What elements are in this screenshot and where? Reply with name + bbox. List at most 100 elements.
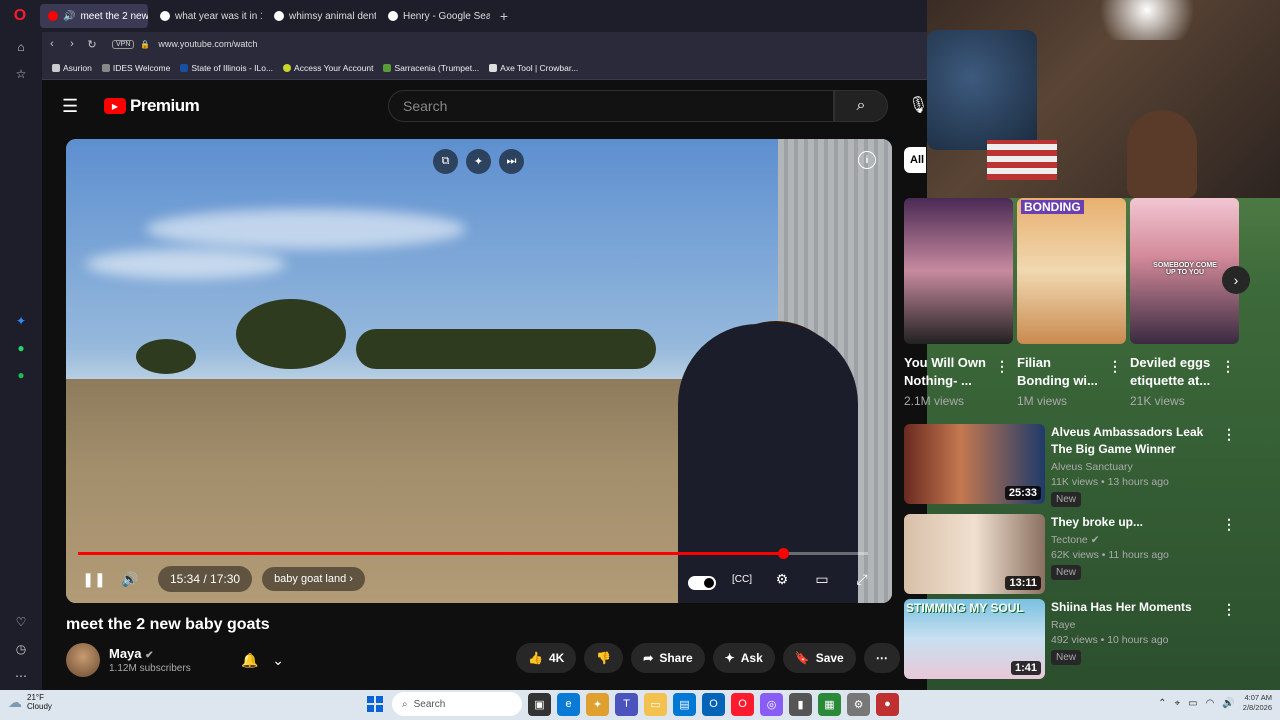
settings-icon[interactable]: ⚙ — [847, 692, 870, 716]
related-video-item[interactable]: 25:33 Alveus Ambassadors Leak The Big Ga… — [904, 424, 1244, 508]
whatsapp-icon[interactable]: ● — [9, 336, 33, 360]
short-more-icon[interactable]: ⋮ — [1108, 358, 1122, 375]
messenger-icon[interactable]: ✦ — [9, 309, 33, 333]
video-title: Shiina Has Her Moments — [1051, 600, 1192, 614]
related-video-item[interactable]: STIMMING MY SOUL 1:41 Shiina Has Her Mom… — [904, 599, 1244, 683]
like-button[interactable]: 👍 4K — [516, 643, 577, 673]
share-icon: ➦ — [643, 651, 654, 665]
network-icon[interactable]: ▭ — [1188, 698, 1197, 709]
microphone-icon[interactable]: 🎙 — [908, 95, 927, 115]
dislike-button[interactable]: 👎 — [584, 643, 624, 673]
autoplay-toggle[interactable] — [684, 564, 720, 594]
shorts-next-arrow-icon[interactable]: › — [1222, 266, 1250, 294]
opera-icon[interactable]: O — [731, 692, 754, 716]
fullscreen-icon[interactable]: ⤢ — [844, 564, 880, 594]
tab-google-2[interactable]: whimsy animal dental trea — [266, 4, 376, 28]
more-actions-button[interactable]: ⋯ — [863, 643, 900, 673]
video-more-icon[interactable]: ⋮ — [1222, 601, 1236, 618]
star-icon[interactable]: ☆ — [9, 62, 33, 86]
forward-icon[interactable]: › — [62, 38, 82, 50]
captions-icon[interactable]: [CC] — [724, 564, 760, 594]
ai-sparkle-icon[interactable]: ✦ — [466, 149, 491, 174]
history-icon[interactable]: ◷ — [9, 637, 33, 661]
video-channel: Alveus Sanctuary — [1051, 461, 1133, 473]
discord-icon[interactable]: ◎ — [760, 692, 783, 716]
outlook-icon[interactable]: O — [702, 692, 725, 716]
video-more-icon[interactable]: ⋮ — [1222, 516, 1236, 533]
bookmark-item[interactable]: Access Your Account — [283, 63, 373, 73]
vpn-badge[interactable]: VPN — [112, 39, 135, 49]
short-title: You Will Own Nothing- ... — [904, 355, 986, 388]
search-input[interactable]: Search — [388, 90, 834, 122]
volume-icon[interactable]: 🔊 — [1222, 698, 1234, 709]
chevron-up-icon[interactable]: ⌃ — [1158, 698, 1166, 709]
home-icon[interactable]: ⌂ — [9, 35, 33, 59]
theater-mode-icon[interactable]: ▭ — [804, 564, 840, 594]
youtube-logo[interactable]: ▶ Premium — [104, 96, 200, 116]
wifi-icon[interactable]: ◠ — [1206, 698, 1215, 709]
file-explorer-icon[interactable]: ▭ — [644, 692, 667, 716]
task-view-icon[interactable]: ▣ — [528, 692, 551, 716]
bookmark-item[interactable]: State of Illinois - ILo... — [180, 63, 273, 73]
short-more-icon[interactable]: ⋮ — [995, 358, 1009, 375]
back-icon[interactable]: ‹ — [42, 38, 62, 50]
reload-icon[interactable]: ↻ — [82, 38, 102, 51]
windows-start-icon[interactable] — [364, 693, 386, 715]
bookmark-icon — [180, 63, 189, 72]
video-meta: 492 views • 10 hours ago — [1051, 634, 1169, 646]
info-icon[interactable]: i — [858, 151, 876, 169]
lock-icon: 🔒 — [140, 39, 151, 49]
more-icon[interactable]: ⋯ — [9, 664, 33, 688]
ask-button[interactable]: ✦ Ask — [712, 643, 775, 673]
tab-bar: O 🔊 meet the 2 new baby what year was it… — [0, 0, 927, 32]
share-button[interactable]: ➦ Share — [631, 643, 705, 673]
app-icon[interactable]: ● — [876, 692, 899, 716]
short-overlay-text: BONDING — [1021, 200, 1084, 214]
short-item[interactable]: BONDING Filian Bonding wi... 1M views ⋮ — [1017, 198, 1126, 408]
related-video-item[interactable]: 13:11 They broke up... Tectone ✔ 62K vie… — [904, 514, 1244, 598]
chip-all[interactable]: All — [904, 147, 926, 173]
video-info: They broke up... Tectone ✔ 62K views • 1… — [1051, 514, 1221, 580]
edge-icon[interactable]: e — [557, 692, 580, 716]
opera-logo-icon[interactable]: O — [0, 0, 40, 32]
progress-bar[interactable] — [78, 548, 868, 559]
bookmark-item[interactable]: Asurion — [52, 63, 92, 73]
short-views: 2.1M views — [904, 394, 965, 408]
short-item[interactable]: SOMEBODY COME UP TO YOU Deviled eggs eti… — [1130, 198, 1239, 408]
channel-name[interactable]: Maya ✔ — [109, 646, 191, 661]
teams-icon[interactable]: T — [615, 692, 638, 716]
taskbar-search[interactable]: ⌕ Search — [392, 692, 522, 716]
menu-icon[interactable]: ☰ — [62, 96, 92, 117]
short-more-icon[interactable]: ⋮ — [1221, 358, 1235, 375]
terminal-icon[interactable]: ▦ — [818, 692, 841, 716]
chapter-button[interactable]: baby goat land › — [262, 567, 365, 591]
volume-icon[interactable]: 🔊 — [112, 564, 148, 594]
settings-gear-icon[interactable]: ⚙ — [764, 564, 800, 594]
miniplayer-icon[interactable]: ⧉ — [433, 149, 458, 174]
tab-youtube[interactable]: 🔊 meet the 2 new baby — [40, 4, 148, 28]
app-icon[interactable]: ▮ — [789, 692, 812, 716]
bookmark-item[interactable]: Sarracenia (Trumpet... — [383, 63, 479, 73]
heart-icon[interactable]: ♡ — [9, 610, 33, 634]
weather-widget[interactable]: ☁ 21°F Cloudy — [8, 693, 52, 711]
search-icon[interactable]: ⌕ — [834, 90, 888, 122]
notification-bell-button[interactable]: 🔔 ⌄ — [235, 645, 291, 675]
save-button[interactable]: 🔖 Save — [782, 643, 856, 673]
copilot-icon[interactable]: ✦ — [586, 692, 609, 716]
skip-icon[interactable]: ⏭ — [499, 149, 524, 174]
location-icon[interactable]: ⌖ — [1175, 698, 1181, 709]
store-icon[interactable]: ▤ — [673, 692, 696, 716]
tab-google-3[interactable]: Henry - Google Search — [380, 4, 490, 28]
video-player[interactable]: ⧉ ✦ ⏭ i ❚❚ 🔊 15:34 / 17:30 baby goat lan… — [66, 139, 892, 603]
short-item[interactable]: You Will Own Nothing- ... 2.1M views ⋮ — [904, 198, 1013, 408]
channel-avatar[interactable] — [66, 643, 100, 677]
clock[interactable]: 4:07 AM 2/8/2026 — [1243, 693, 1272, 713]
url-field[interactable]: www.youtube.com/watch — [158, 39, 257, 49]
tab-google-1[interactable]: what year was it in 1991 in — [152, 4, 262, 28]
spotify-icon[interactable]: ● — [9, 363, 33, 387]
new-tab-button[interactable]: + — [494, 6, 514, 26]
pause-icon[interactable]: ❚❚ — [76, 564, 112, 594]
video-more-icon[interactable]: ⋮ — [1222, 426, 1236, 443]
bookmark-item[interactable]: IDES Welcome — [101, 63, 170, 73]
bookmark-item[interactable]: Axe Tool | Crowbar... — [489, 63, 578, 73]
